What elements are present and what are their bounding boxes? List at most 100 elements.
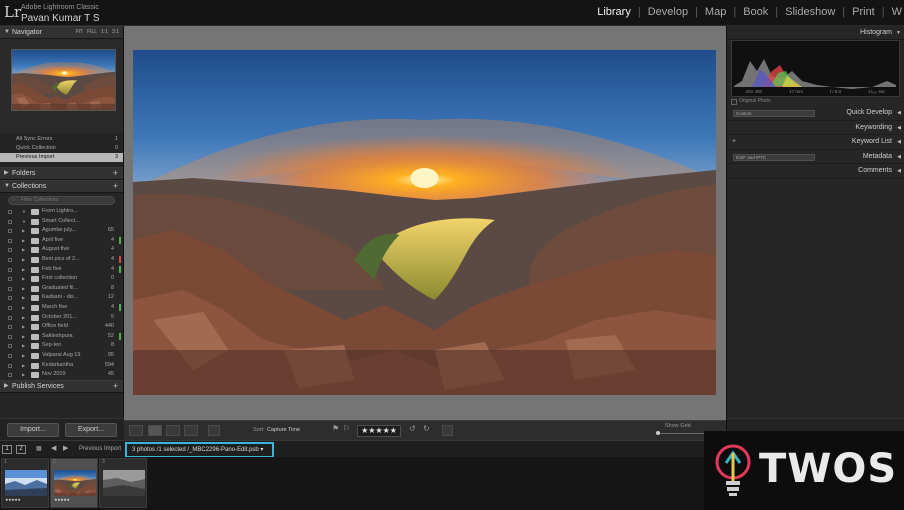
zoom-fit[interactable]: FIT xyxy=(76,29,84,35)
expand-triangle-icon[interactable]: ▶ xyxy=(22,265,25,275)
selection-path[interactable]: 3 photos /1 selected /_MBC2296-Pano-Edit… xyxy=(125,442,274,458)
expand-triangle-icon[interactable]: ▶ xyxy=(22,245,25,255)
collection-item[interactable]: ▶ First collection 0 xyxy=(0,274,123,284)
module-web[interactable]: W xyxy=(885,6,904,18)
collection-checkbox[interactable] xyxy=(8,286,12,291)
main-window-button[interactable]: 1 xyxy=(2,445,12,454)
catalog-item-quick-collection[interactable]: Quick Collection 0 xyxy=(0,144,123,153)
grid-view-icon[interactable] xyxy=(129,425,143,436)
grid-icon[interactable]: ▦ xyxy=(36,445,42,452)
filmstrip-thumb-1[interactable]: 1 ★★★★★ xyxy=(1,458,49,508)
collection-item[interactable]: ▶ March five 4 xyxy=(0,303,123,313)
collections-header[interactable]: ▼ Collections + xyxy=(0,180,123,193)
collection-item[interactable]: ▶ Valparai Aug 19 95 xyxy=(0,351,123,361)
keywording-header[interactable]: Keywording ◀ xyxy=(727,121,904,135)
flag-icon[interactable]: ⚑ xyxy=(332,424,339,433)
export-button[interactable]: Export... xyxy=(65,423,117,437)
module-map[interactable]: Map xyxy=(698,6,733,18)
expand-triangle-icon[interactable]: ▶ xyxy=(22,226,25,236)
metadata-set-dropdown[interactable]: EXIF and IPTC xyxy=(733,153,815,161)
module-print[interactable]: Print xyxy=(845,6,882,18)
rotate-left-icon[interactable]: ↺ xyxy=(409,424,416,433)
expand-triangle-icon[interactable]: ▶ xyxy=(22,293,25,303)
collection-checkbox[interactable] xyxy=(8,315,12,320)
collection-checkbox[interactable] xyxy=(8,373,12,378)
collection-checkbox[interactable] xyxy=(8,363,12,368)
reject-flag-icon[interactable]: ⚐ xyxy=(343,424,350,433)
quick-develop-header[interactable]: Custom Quick Develop ◀ xyxy=(727,106,904,121)
sort-order-select[interactable]: Capture Time xyxy=(267,427,300,433)
collection-item[interactable]: ▶ Graduated fil... 8 xyxy=(0,284,123,294)
collection-checkbox[interactable] xyxy=(8,219,12,224)
collection-checkbox[interactable] xyxy=(8,305,12,310)
back-arrow-icon[interactable]: ◀ xyxy=(51,444,56,452)
collection-checkbox[interactable] xyxy=(8,229,12,234)
expand-triangle-icon[interactable]: ▼ xyxy=(22,217,26,227)
collection-item[interactable]: ▶ Nov 2019 45 xyxy=(0,370,123,380)
painter-icon[interactable] xyxy=(208,425,220,436)
expand-triangle-icon[interactable]: ▶ xyxy=(22,274,25,284)
collection-checkbox[interactable] xyxy=(8,248,12,253)
survey-view-icon[interactable] xyxy=(184,425,198,436)
collection-item[interactable]: ▶ Best pics of 2... 4 xyxy=(0,255,123,265)
show-grid-label[interactable]: Show Grid xyxy=(665,423,691,429)
collection-filter-input[interactable]: Filter Collections xyxy=(8,196,115,205)
star-rating[interactable]: ★★★★★ xyxy=(357,425,401,437)
publish-services-header[interactable]: ▶ Publish Services + xyxy=(0,380,123,393)
metadata-header[interactable]: EXIF and IPTC Metadata ◀ xyxy=(727,150,904,164)
collection-checkbox[interactable] xyxy=(8,257,12,262)
filmstrip-thumb-3[interactable]: 3 xyxy=(99,458,147,508)
collection-item[interactable]: ▶ Feb five 4 xyxy=(0,265,123,275)
add-folder-icon[interactable]: + xyxy=(113,168,118,179)
add-keyword-icon[interactable]: + xyxy=(732,135,736,150)
expand-triangle-icon[interactable]: ▶ xyxy=(22,284,25,294)
module-library[interactable]: Library xyxy=(590,6,638,18)
zoom-fill[interactable]: FILL xyxy=(87,29,97,35)
expand-triangle-icon[interactable]: ▶ xyxy=(22,351,25,361)
collection-item[interactable]: ▶ October 201... 5 xyxy=(0,313,123,323)
zoom-1-1[interactable]: 1:1 xyxy=(101,29,108,35)
saved-preset-dropdown[interactable]: Custom xyxy=(733,110,815,117)
expand-triangle-icon[interactable]: ▶ xyxy=(22,361,25,371)
add-publish-service-icon[interactable]: + xyxy=(113,381,118,392)
collection-checkbox[interactable] xyxy=(8,334,12,339)
collection-checkbox[interactable] xyxy=(8,296,12,301)
collection-item[interactable]: ▶ August five 4 xyxy=(0,245,123,255)
collection-checkbox[interactable] xyxy=(8,344,12,349)
collection-item[interactable]: ▶ Agumbe july... 65 xyxy=(0,226,123,236)
navigator-header[interactable]: ▼ Navigator FIT FILL 1:1 3:1 xyxy=(0,26,123,39)
keyword-list-header[interactable]: + Keyword List ◀ xyxy=(727,135,904,150)
collection-item[interactable]: ▶ Office field 440 xyxy=(0,322,123,332)
histogram[interactable]: ISO 400 17 mm f / 8.0 1/₁₆₀ sec xyxy=(731,40,900,97)
crop-overlay-icon[interactable] xyxy=(442,425,453,436)
module-book[interactable]: Book xyxy=(736,6,775,18)
collection-checkbox[interactable] xyxy=(8,238,12,243)
filmstrip-thumb-2[interactable]: 2 ★★★★★ xyxy=(50,458,98,508)
collection-checkbox[interactable] xyxy=(8,210,12,214)
expand-triangle-icon[interactable]: ▶ xyxy=(22,236,25,246)
loupe-view-icon[interactable] xyxy=(148,425,162,436)
import-button[interactable]: Import... xyxy=(7,423,59,437)
folders-header[interactable]: ▶ Folders + xyxy=(0,167,123,180)
collection-checkbox[interactable] xyxy=(8,267,12,272)
second-window-button[interactable]: 2 xyxy=(16,445,26,454)
module-develop[interactable]: Develop xyxy=(641,6,695,18)
collection-item[interactable]: ▶ April five 4 xyxy=(0,236,123,246)
collection-checkbox[interactable] xyxy=(8,325,12,330)
collection-item[interactable]: ▶ Sakleshpura 52 xyxy=(0,332,123,342)
navigator-thumbnail[interactable] xyxy=(11,49,116,111)
expand-triangle-icon[interactable]: ▶ xyxy=(22,332,25,342)
histogram-header[interactable]: Histogram ▼ xyxy=(727,26,904,40)
module-slideshow[interactable]: Slideshow xyxy=(778,6,842,18)
catalog-item-previous-import[interactable]: Previous Import 3 xyxy=(0,153,123,162)
main-photo[interactable] xyxy=(133,50,716,395)
compare-view-icon[interactable] xyxy=(166,425,180,436)
expand-triangle-icon[interactable]: ▼ xyxy=(22,207,26,217)
collection-item[interactable]: ▶ Sep-ten 8 xyxy=(0,341,123,351)
expand-triangle-icon[interactable]: ▶ xyxy=(22,313,25,323)
zoom-3-1[interactable]: 3:1 xyxy=(112,29,119,35)
add-collection-icon[interactable]: + xyxy=(113,181,118,192)
rotate-right-icon[interactable]: ↻ xyxy=(423,424,430,433)
catalog-item-all-sync-errors[interactable]: All Sync Errors 1 xyxy=(0,135,123,144)
source-label[interactable]: Previous Import xyxy=(79,446,121,452)
